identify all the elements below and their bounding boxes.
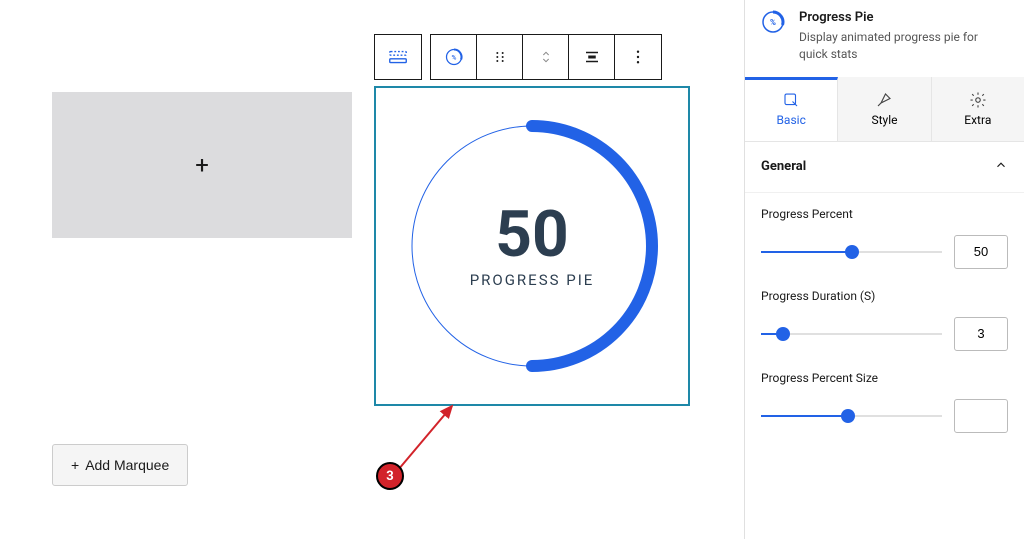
- section-general-toggle[interactable]: General: [761, 158, 1008, 176]
- add-marquee-button[interactable]: + Add Marquee: [52, 444, 188, 486]
- label-progress-percent: Progress Percent: [761, 207, 1008, 221]
- style-icon: [875, 91, 893, 109]
- move-icon: [538, 47, 554, 67]
- more-icon: [629, 48, 647, 66]
- align-button[interactable]: [569, 35, 615, 79]
- basic-icon: [782, 91, 800, 109]
- input-progress-duration[interactable]: [954, 317, 1008, 351]
- sidebar-description: Display animated progress pie for quick …: [799, 29, 1008, 63]
- progress-pie-icon: %: [761, 10, 785, 34]
- align-icon: [583, 48, 601, 66]
- field-progress-percent: Progress Percent: [745, 193, 1024, 275]
- progress-value: 50: [495, 203, 568, 267]
- annotation-badge: 3: [376, 462, 404, 490]
- sidebar-tabs: Basic Style Extra: [745, 77, 1024, 142]
- sidebar-title: Progress Pie: [799, 10, 1008, 25]
- input-progress-percent[interactable]: [954, 235, 1008, 269]
- drag-handle-button[interactable]: [477, 35, 523, 79]
- slider-progress-percent[interactable]: [761, 242, 942, 262]
- tab-style[interactable]: Style: [838, 77, 931, 141]
- add-marquee-label: Add Marquee: [85, 457, 169, 473]
- plus-icon: +: [195, 151, 209, 179]
- drag-icon: [492, 49, 508, 65]
- plus-icon: +: [71, 457, 79, 473]
- settings-sidebar: % Progress Pie Display animated progress…: [744, 0, 1024, 539]
- svg-text:%: %: [770, 18, 776, 27]
- slider-percent-size[interactable]: [761, 406, 942, 426]
- block-info-button[interactable]: %: [431, 35, 477, 79]
- slider-progress-duration[interactable]: [761, 324, 942, 344]
- chevron-up-icon: [994, 158, 1008, 176]
- tab-extra[interactable]: Extra: [932, 77, 1024, 141]
- label-percent-size: Progress Percent Size: [761, 371, 1008, 385]
- empty-block-placeholder[interactable]: +: [52, 92, 352, 238]
- svg-text:%: %: [451, 54, 456, 62]
- progress-label: PROGRESS PIE: [470, 271, 595, 289]
- section-general: General: [745, 142, 1024, 193]
- editor-canvas: + + Add Marquee %: [0, 0, 744, 539]
- label-progress-duration: Progress Duration (S): [761, 289, 1008, 303]
- move-updown-button[interactable]: [523, 35, 569, 79]
- progress-pie-icon: %: [444, 47, 464, 67]
- progress-pie: 50 PROGRESS PIE: [402, 116, 662, 376]
- field-percent-size: Progress Percent Size: [745, 357, 1024, 439]
- progress-pie-block[interactable]: 50 PROGRESS PIE: [374, 86, 690, 406]
- block-icon: [387, 46, 409, 68]
- tab-basic[interactable]: Basic: [745, 77, 838, 141]
- sidebar-header: % Progress Pie Display animated progress…: [745, 0, 1024, 77]
- input-percent-size[interactable]: [954, 399, 1008, 433]
- field-progress-duration: Progress Duration (S): [745, 275, 1024, 357]
- block-type-button[interactable]: [375, 35, 421, 79]
- gear-icon: [969, 91, 987, 109]
- block-toolbar: %: [374, 34, 662, 80]
- more-options-button[interactable]: [615, 35, 661, 79]
